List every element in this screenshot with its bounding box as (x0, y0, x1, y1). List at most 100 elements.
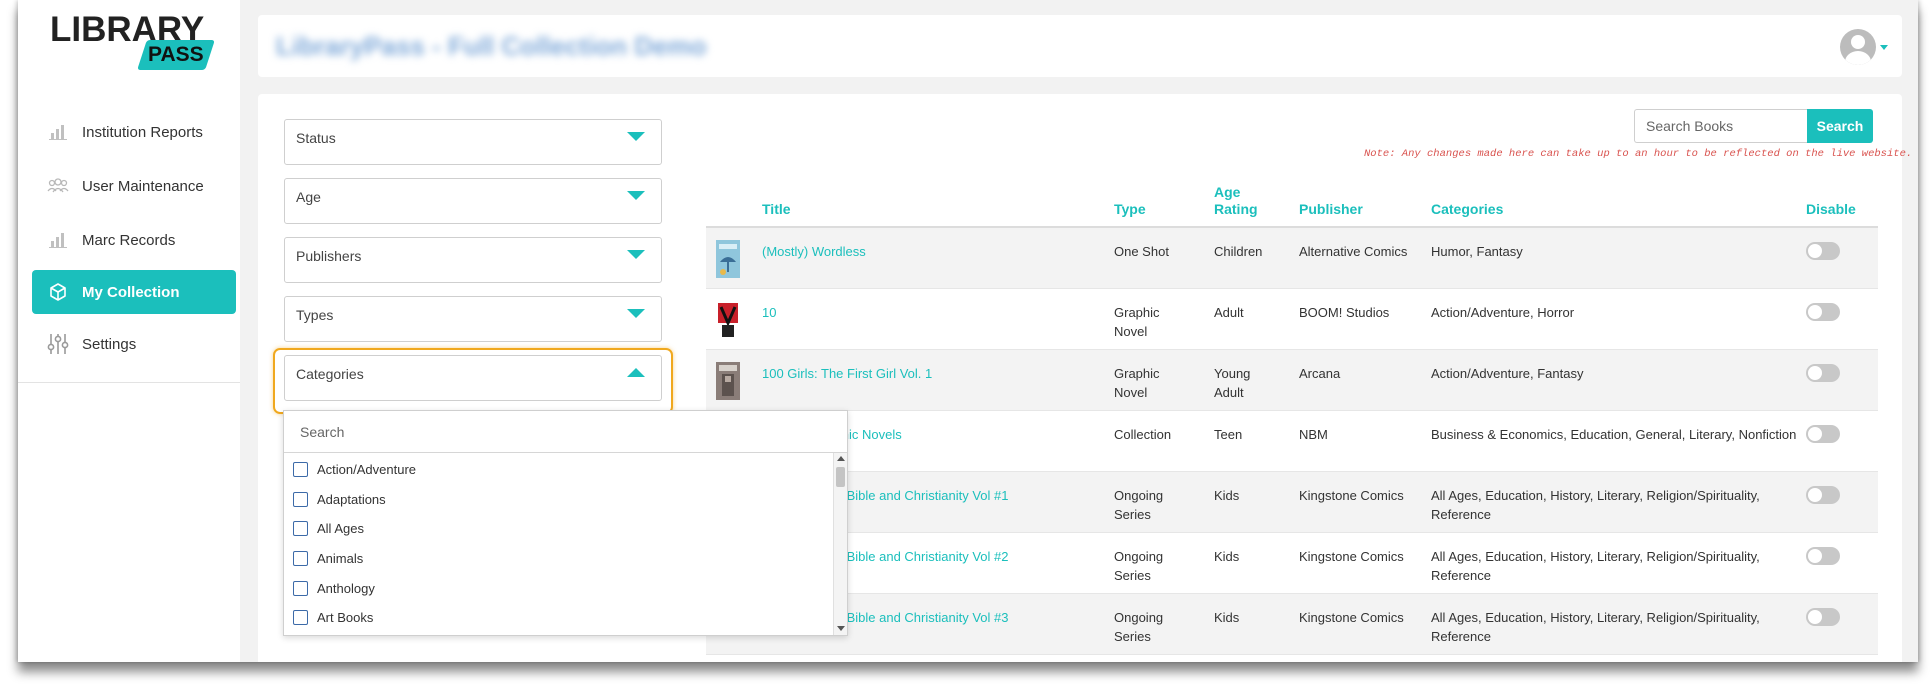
category-option[interactable]: Action/Adventure (284, 455, 832, 485)
category-option[interactable]: Art Books (284, 603, 832, 633)
caret-down-icon[interactable] (1880, 45, 1888, 50)
publishers-filter[interactable]: Publishers (284, 237, 662, 283)
book-title-link[interactable]: 100 Girls: The First Girl Vol. 1 (762, 364, 932, 383)
disable-toggle[interactable] (1806, 242, 1840, 260)
book-age-rating: Adult (1214, 305, 1244, 320)
disable-toggle[interactable] (1806, 547, 1840, 565)
book-cover-thumbnail[interactable] (716, 240, 740, 278)
book-publisher: Alternative Comics (1299, 244, 1408, 259)
checkbox[interactable] (293, 491, 308, 507)
book-publisher: Kingstone Comics (1299, 610, 1404, 625)
page-title: LibraryPass - Full Collection Demo (276, 31, 707, 61)
book-age-rating: Young Adult (1214, 366, 1251, 400)
scroll-down-arrow-icon[interactable] (837, 626, 845, 631)
book-title-link[interactable]: (Mostly) Wordless (762, 242, 866, 261)
column-header-publisher[interactable]: Publisher (1299, 201, 1363, 218)
book-categories: Action/Adventure, Fantasy (1431, 366, 1584, 381)
user-avatar-icon[interactable] (1840, 29, 1876, 65)
book-age-rating: Kids (1214, 549, 1240, 564)
sidebar-item-institution-reports[interactable]: Institution Reports (32, 108, 236, 156)
book-publisher: NBM (1299, 427, 1328, 442)
table-row: 100 Girls: The First Girl Vol. 1 Graphic… (706, 350, 1878, 411)
main-panel: Status Age Publishers Types Categories A… (258, 94, 1912, 662)
book-publisher: Arcana (1299, 366, 1341, 381)
category-option-label: Adaptations (317, 491, 386, 507)
checkbox[interactable] (293, 580, 308, 596)
book-type: Ongoing Series (1114, 488, 1164, 522)
book-categories: Humor, Fantasy (1431, 244, 1523, 259)
table-row: bout the Bible and Christianity Vol #1 O… (706, 472, 1878, 533)
category-option-label: Action/Adventure (317, 462, 417, 478)
checkbox[interactable] (293, 521, 308, 537)
category-option-label: Animals (317, 551, 364, 567)
search-button[interactable]: Search (1807, 109, 1873, 143)
sidebar-item-user-maintenance[interactable]: User Maintenance (32, 162, 236, 210)
sidebar-divider (18, 382, 240, 383)
disable-toggle[interactable] (1806, 425, 1840, 443)
checkbox[interactable] (293, 462, 308, 478)
checkbox[interactable] (293, 610, 308, 626)
bar-chart-icon (46, 122, 70, 142)
sidebar-item-settings[interactable]: Settings (32, 320, 236, 368)
column-header-age-rating[interactable]: Age Rating (1214, 184, 1264, 218)
types-filter[interactable]: Types (284, 296, 662, 342)
category-option[interactable]: Anthology (284, 573, 832, 603)
book-age-rating: Kids (1214, 610, 1240, 625)
caret-down-icon (627, 132, 645, 141)
category-search-input[interactable] (300, 421, 820, 443)
book-publisher: Kingstone Comics (1299, 488, 1404, 503)
toggle-knob (1808, 244, 1822, 258)
column-header-categories[interactable]: Categories (1431, 201, 1503, 218)
app-window: LIBRARY PASS Institution Reports User Ma… (18, 0, 1918, 662)
book-age-rating: Kids (1214, 488, 1240, 503)
sidebar-item-label: My Collection (82, 283, 180, 301)
librarypass-logo[interactable]: LIBRARY PASS (50, 12, 215, 74)
avatar-head (1851, 35, 1865, 49)
sidebar-item-label: Settings (82, 335, 137, 353)
book-type: One Shot (1114, 244, 1169, 259)
category-option[interactable]: Adaptations (284, 485, 832, 515)
toggle-knob (1808, 305, 1822, 319)
disable-toggle[interactable] (1806, 486, 1840, 504)
sidebar-item-label: Marc Records (82, 231, 176, 249)
sidebar-item-label: Institution Reports (82, 123, 203, 141)
book-publisher: Kingstone Comics (1299, 549, 1404, 564)
column-header-type[interactable]: Type (1114, 201, 1146, 218)
table-row: bout the Bible and Christianity Vol #2 O… (706, 533, 1878, 594)
avatar-body (1845, 51, 1871, 65)
category-option-label: Anthology (317, 580, 375, 596)
toggle-knob (1808, 549, 1822, 563)
search-books-input[interactable] (1634, 109, 1808, 143)
sidebar-item-marc-records[interactable]: Marc Records (32, 216, 236, 264)
book-age-rating: Children (1214, 244, 1263, 259)
checkbox[interactable] (293, 551, 308, 567)
book-cover-thumbnail[interactable] (716, 362, 740, 400)
disable-toggle[interactable] (1806, 608, 1840, 626)
status-filter[interactable]: Status (284, 119, 662, 165)
toggle-knob (1808, 427, 1822, 441)
sidebar-item-my-collection[interactable]: My Collection (32, 270, 236, 314)
book-categories: Action/Adventure, Horror (1431, 305, 1575, 320)
caret-down-icon (627, 309, 645, 318)
category-option[interactable]: All Ages (284, 514, 832, 544)
top-header: LibraryPass - Full Collection Demo (258, 15, 1902, 77)
disable-toggle[interactable] (1806, 364, 1840, 382)
sliders-icon (46, 334, 70, 354)
book-cover-thumbnail[interactable] (716, 301, 740, 339)
age-filter[interactable]: Age (284, 178, 662, 224)
disable-toggle[interactable] (1806, 303, 1840, 321)
scroll-up-arrow-icon[interactable] (837, 456, 845, 461)
filter-label: Age (296, 189, 321, 205)
collection-table: Title Type Age Rating Publisher Categori… (706, 172, 1878, 655)
book-title-link[interactable]: 10 (762, 303, 776, 322)
scrollbar-thumb[interactable] (836, 467, 845, 487)
categories-highlight-callout (273, 348, 673, 414)
category-option[interactable]: Animals (284, 544, 832, 574)
column-header-disable[interactable]: Disable (1806, 201, 1856, 218)
filter-label: Publishers (296, 248, 362, 264)
dropdown-scrollbar[interactable] (833, 453, 847, 635)
column-header-title[interactable]: Title (762, 201, 791, 218)
cube-icon (46, 282, 70, 302)
table-row: bout the Bible and Christianity Vol #3 O… (706, 594, 1878, 655)
sidebar: LIBRARY PASS Institution Reports User Ma… (18, 0, 240, 662)
